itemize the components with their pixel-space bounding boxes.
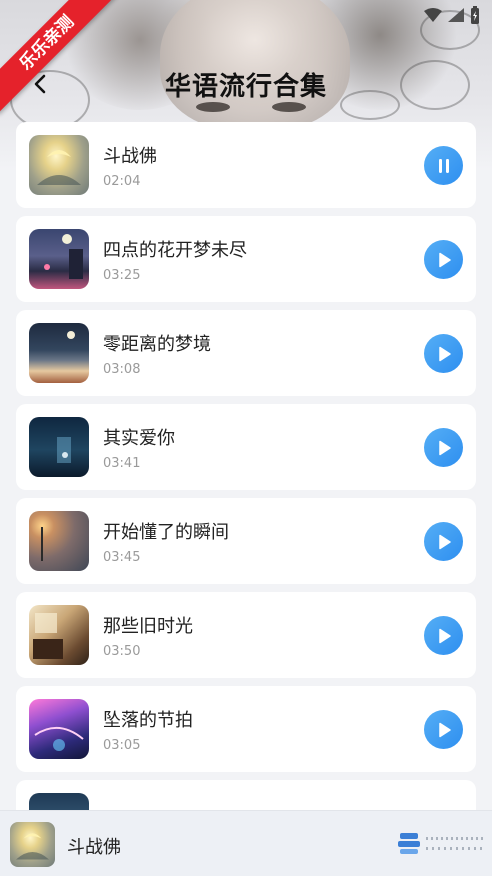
play-button[interactable] xyxy=(424,522,463,561)
now-playing-cover xyxy=(10,822,55,867)
top-bar: 华语流行合集 xyxy=(0,60,492,108)
song-cover xyxy=(29,511,89,571)
song-duration: 03:50 xyxy=(103,644,141,659)
song-cover xyxy=(29,605,89,665)
song-item[interactable]: 其实爱你 03:41 xyxy=(16,404,476,490)
wifi-icon xyxy=(424,8,442,22)
song-item[interactable]: 零距离的梦境 03:08 xyxy=(16,310,476,396)
play-icon xyxy=(438,628,451,643)
signal-icon xyxy=(448,8,464,22)
song-item[interactable] xyxy=(16,780,476,810)
song-item[interactable]: 坠落的节拍 03:05 xyxy=(16,686,476,772)
song-duration: 03:05 xyxy=(103,738,141,753)
song-cover xyxy=(29,323,89,383)
song-cover xyxy=(29,417,89,477)
song-title: 斗战佛 xyxy=(103,146,157,167)
song-item[interactable]: 那些旧时光 03:50 xyxy=(16,592,476,678)
play-icon xyxy=(438,722,451,737)
pause-icon xyxy=(438,158,449,173)
play-button[interactable] xyxy=(424,334,463,373)
pause-button[interactable] xyxy=(424,146,463,185)
play-button[interactable] xyxy=(424,710,463,749)
song-title: 四点的花开梦未尽 xyxy=(103,240,247,261)
song-item[interactable]: 斗战佛 02:04 xyxy=(16,122,476,208)
song-title: 坠落的节拍 xyxy=(103,710,193,731)
play-icon xyxy=(438,440,451,455)
song-title: 开始懂了的瞬间 xyxy=(103,522,229,543)
audio-wave-icon[interactable] xyxy=(396,825,488,863)
song-cover xyxy=(29,135,89,195)
song-duration: 03:45 xyxy=(103,550,141,565)
mini-player[interactable]: 斗战佛 xyxy=(0,810,492,876)
play-icon xyxy=(438,252,451,267)
song-item[interactable]: 开始懂了的瞬间 03:45 xyxy=(16,498,476,584)
song-title: 零距离的梦境 xyxy=(103,334,211,355)
play-button[interactable] xyxy=(424,428,463,467)
status-bar xyxy=(424,6,480,24)
song-cover xyxy=(29,229,89,289)
song-cover xyxy=(29,699,89,759)
play-button[interactable] xyxy=(424,240,463,279)
song-duration: 03:08 xyxy=(103,362,141,377)
page-title: 华语流行合集 xyxy=(164,72,327,102)
song-cover xyxy=(29,793,89,810)
battery-icon xyxy=(471,6,479,24)
song-list: 斗战佛 02:04 四点的花开梦未尽 03:25 零距离的梦境 03:08 其实… xyxy=(16,122,476,818)
play-icon xyxy=(438,534,451,549)
play-button[interactable] xyxy=(424,616,463,655)
song-title: 那些旧时光 xyxy=(103,616,193,637)
song-duration: 03:41 xyxy=(103,456,141,471)
song-duration: 02:04 xyxy=(103,174,141,189)
song-title: 其实爱你 xyxy=(103,428,175,449)
now-playing-title: 斗战佛 xyxy=(67,837,121,858)
play-icon xyxy=(438,346,451,361)
song-item[interactable]: 四点的花开梦未尽 03:25 xyxy=(16,216,476,302)
song-duration: 03:25 xyxy=(103,268,141,283)
